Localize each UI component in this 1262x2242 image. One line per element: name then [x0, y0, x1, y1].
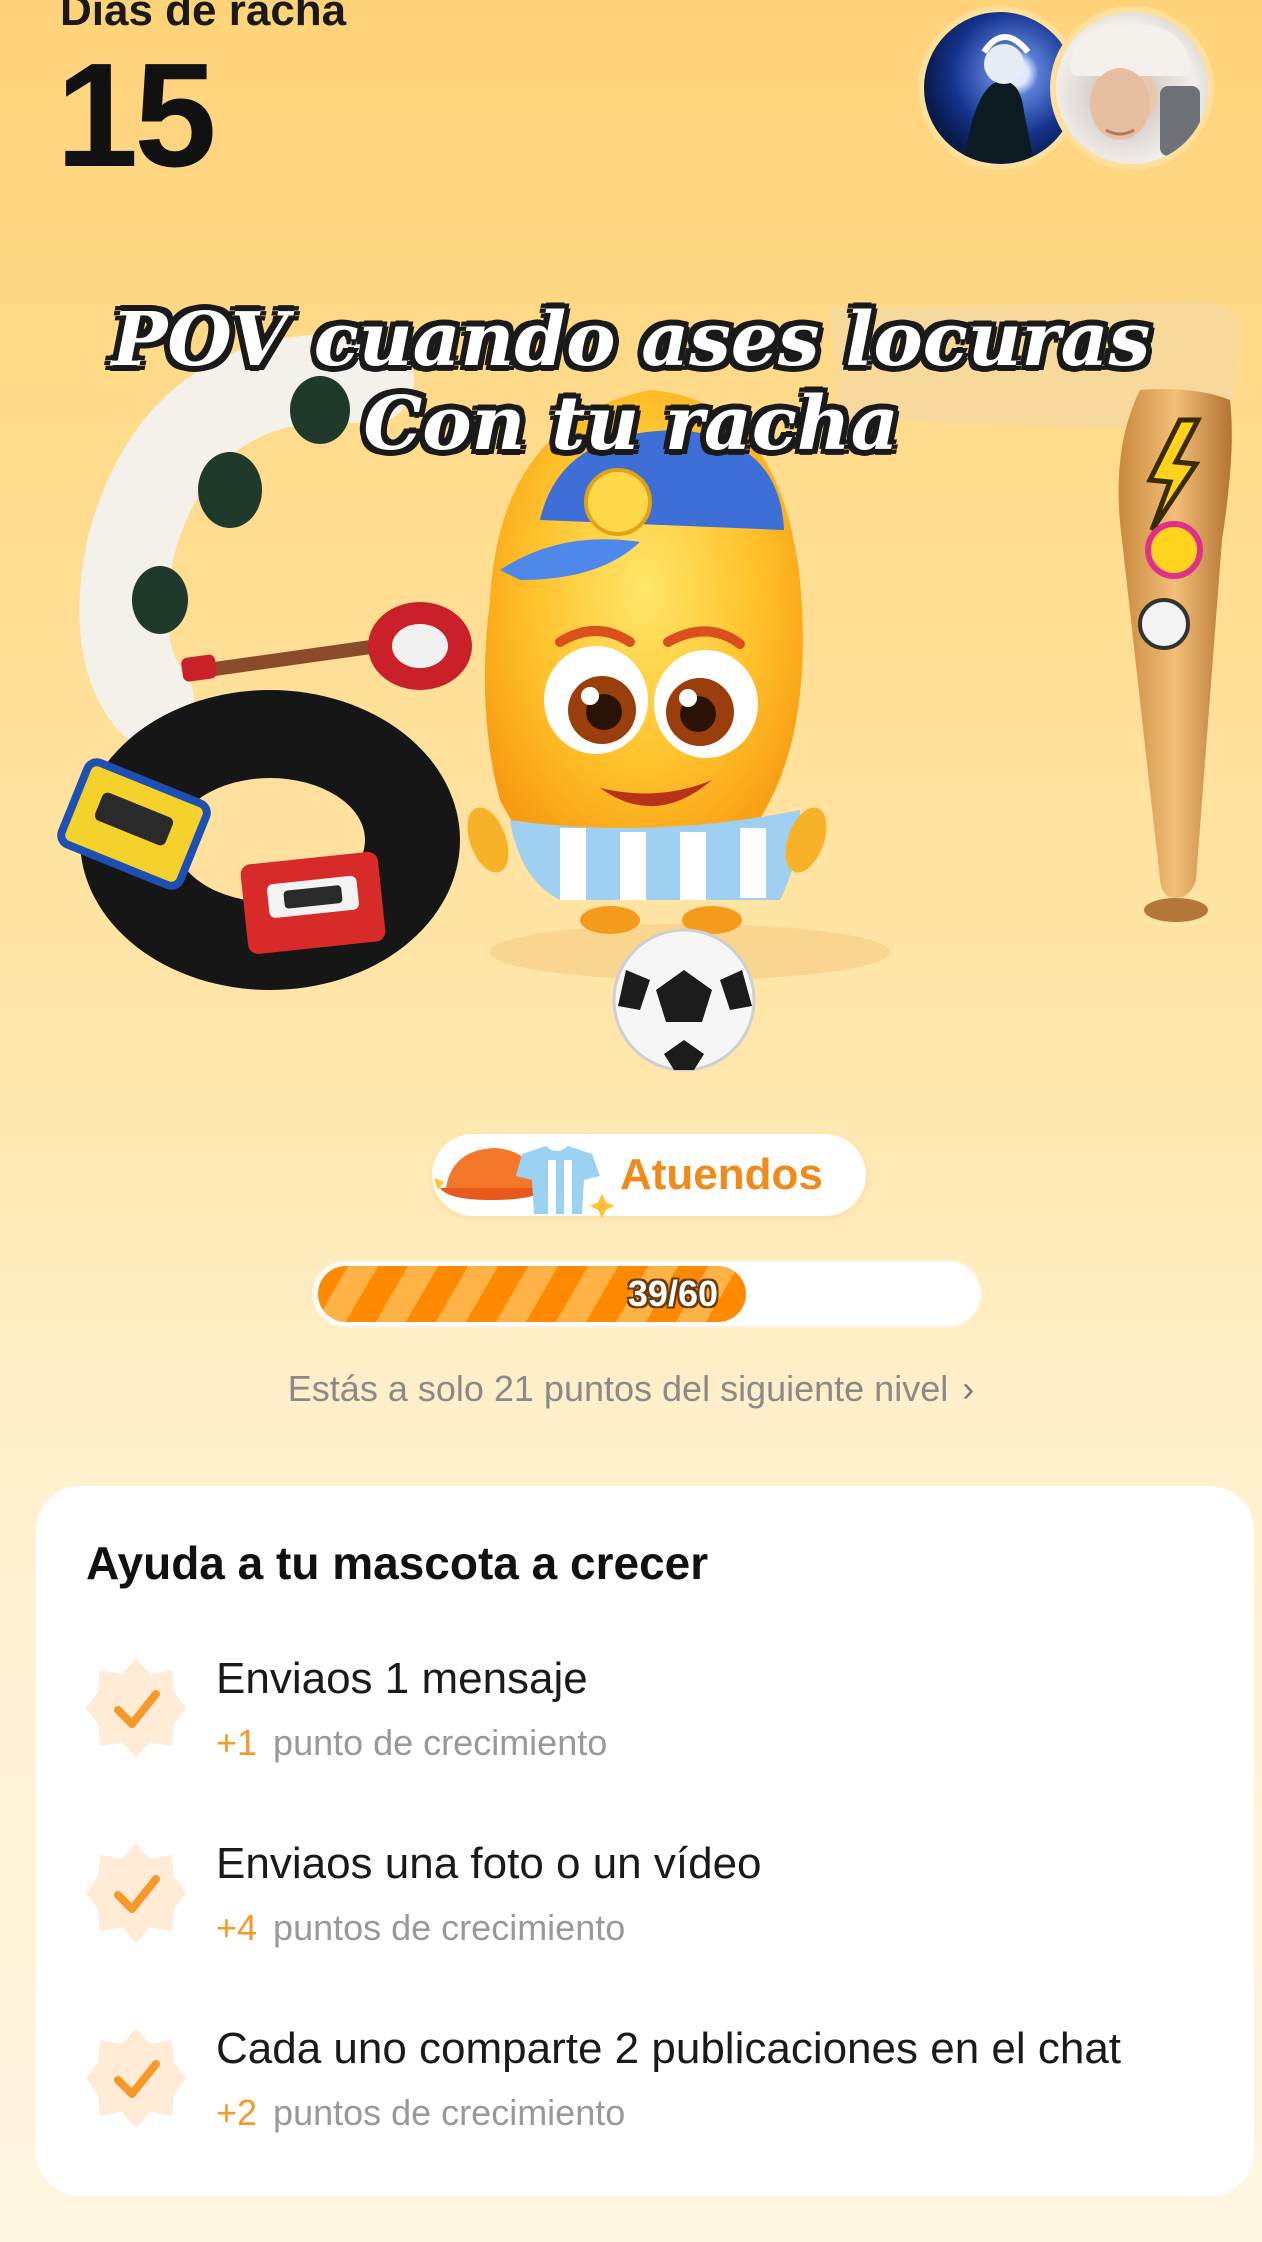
task-item: Cada uno comparte 2 publicaciones en el …	[0, 2016, 1262, 2166]
card-title: Ayuda a tu mascota a crecer	[86, 1537, 709, 1589]
next-level-text: Estás a solo 21 puntos del siguiente niv…	[287, 1368, 949, 1409]
streak-count: 15	[56, 33, 217, 198]
outfits-label: Atuendos	[620, 1150, 823, 1199]
task-points-label: punto de crecimiento	[273, 1722, 608, 1763]
meme-caption: POV cuando ases locuras Con tu racha	[0, 298, 1262, 466]
avatar-face	[1090, 68, 1150, 140]
task-item: Enviaos una foto o un vídeo +4 puntos de …	[0, 1831, 1262, 1981]
check-badge-icon	[86, 1658, 186, 1758]
cassette-sticker-2	[240, 851, 386, 954]
task-points-label: puntos de crecimiento	[273, 2092, 626, 2133]
task-points-value: +4	[216, 1907, 258, 1948]
task-item: Enviaos 1 mensaje +1 punto de crecimiento	[0, 1646, 1262, 1796]
task-title: Enviaos 1 mensaje	[216, 1654, 588, 1703]
task-points-value: +1	[216, 1722, 258, 1763]
task-points: +4 puntos de crecimiento	[216, 1907, 625, 1949]
task-points-value: +2	[216, 2092, 258, 2133]
growth-progress-text: 39/60	[627, 1273, 718, 1314]
task-points: +2 puntos de crecimiento	[216, 2092, 625, 2134]
task-points-label: puntos de crecimiento	[273, 1907, 626, 1948]
streak-label: Días de racha	[60, 0, 347, 35]
meme-caption-line-1: POV cuando ases locuras	[111, 297, 1151, 383]
chevron-right-icon: ›	[962, 1368, 975, 1409]
user-avatar-2[interactable]	[1050, 6, 1214, 170]
pet-character	[467, 390, 890, 980]
baseball-bat-sticker	[1118, 389, 1232, 922]
soccer-ball	[612, 928, 756, 1072]
task-title: Cada uno comparte 2 publicaciones en el …	[216, 2024, 1122, 2073]
task-points: +1 punto de crecimiento	[216, 1722, 607, 1764]
check-badge-icon	[86, 1843, 186, 1943]
check-badge-icon	[86, 2028, 186, 2128]
guitar-sticker	[181, 602, 472, 690]
task-title: Enviaos una foto o un vídeo	[216, 1839, 762, 1888]
meme-caption-line-2: Con tu racha	[363, 381, 899, 467]
next-level-link[interactable]: Estás a solo 21 puntos del siguiente niv…	[0, 1368, 1262, 1410]
